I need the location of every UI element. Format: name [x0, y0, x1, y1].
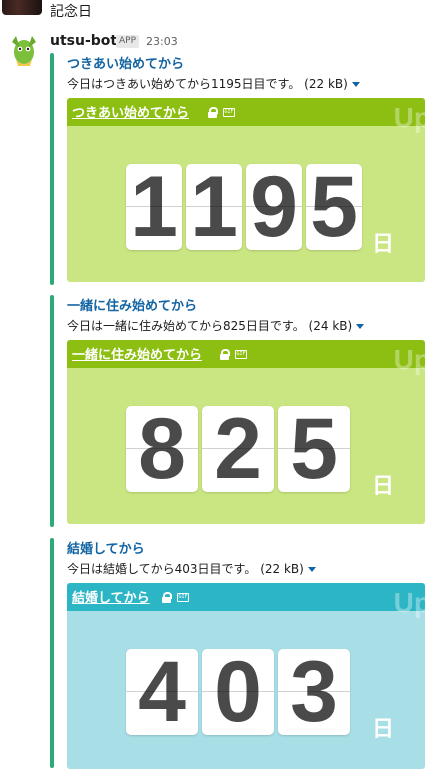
attachment-text: 今日はつきあい始めてから1195日目です。 (22 kB): [67, 75, 360, 92]
counter-digit: 2: [202, 406, 274, 492]
watermark-text: Up: [393, 587, 425, 618]
lock-icon: [208, 106, 218, 118]
file-size: (24 kB): [308, 319, 353, 333]
counter-digit: 1: [126, 164, 182, 250]
attachment-message: 今日は一緒に住み始めてから825日目です。: [67, 319, 305, 333]
day-counter: 8 2 5: [126, 406, 350, 492]
chevron-down-icon[interactable]: [356, 324, 365, 329]
lock-icon: [162, 591, 172, 603]
app-badge: APP: [116, 35, 140, 48]
image-card-icons: GIF: [220, 347, 247, 361]
day-unit-label: 日: [372, 474, 395, 499]
counter-digit: 9: [246, 164, 302, 250]
lock-icon: [220, 348, 230, 360]
attachment-post-2: 一緒に住み始めてから 今日は一緒に住み始めてから825日目です。 (24 kB)…: [0, 295, 447, 527]
gif-icon: GIF: [223, 107, 235, 117]
chevron-down-icon[interactable]: [307, 567, 316, 572]
user-avatar[interactable]: [2, 0, 42, 15]
attachment-accent-bar: [50, 53, 54, 285]
image-card[interactable]: つきあい始めてから GIF Up 1 1 9 5 日: [67, 98, 425, 282]
chevron-down-icon[interactable]: [351, 82, 360, 87]
watermark-text: Up: [393, 344, 425, 375]
counter-digit: 8: [126, 406, 198, 492]
counter-digit: 0: [202, 649, 274, 735]
day-counter: 1 1 9 5: [126, 164, 362, 250]
watermark-text: Up: [393, 102, 425, 133]
attachment-message: 今日は結婚してから403日目です。: [67, 562, 257, 576]
file-size: (22 kB): [260, 562, 304, 576]
channel-title: 記念日: [50, 4, 92, 20]
gif-icon: GIF: [177, 592, 189, 602]
file-size: (22 kB): [304, 77, 348, 91]
image-card-icons: GIF: [208, 105, 235, 119]
image-card[interactable]: 一緒に住み始めてから GIF Up 8 2 5 日: [67, 340, 425, 524]
attachment-accent-bar: [50, 538, 54, 768]
attachment-text: 今日は結婚してから403日目です。 (22 kB): [67, 560, 316, 577]
counter-digit: 4: [126, 649, 198, 735]
image-card[interactable]: 結婚してから GIF Up 4 0 3 日: [67, 583, 425, 769]
attachment-message: 今日はつきあい始めてから1195日目です。: [67, 77, 301, 91]
bot-name[interactable]: utsu-bot: [50, 33, 117, 49]
image-card-title[interactable]: 結婚してから: [72, 587, 150, 606]
previous-message-row: 記念日: [0, 0, 447, 24]
day-unit-label: 日: [372, 717, 395, 742]
attachment-text: 今日は一緒に住み始めてから825日目です。 (24 kB): [67, 317, 365, 334]
image-card-header: 一緒に住み始めてから GIF Up: [67, 340, 425, 375]
image-card-title[interactable]: つきあい始めてから: [72, 102, 189, 121]
image-card-header: つきあい始めてから GIF Up: [67, 98, 425, 133]
counter-digit: 3: [278, 649, 350, 735]
attachment-title[interactable]: 一緒に住み始めてから: [67, 295, 197, 314]
counter-digit: 1: [186, 164, 242, 250]
day-counter: 4 0 3: [126, 649, 350, 735]
attachment-accent-bar: [50, 295, 54, 527]
gif-icon: GIF: [235, 349, 247, 359]
attachment-post-3: 結婚してから 今日は結婚してから403日目です。 (22 kB) 結婚してから …: [0, 538, 447, 770]
counter-digit: 5: [306, 164, 362, 250]
image-card-title[interactable]: 一緒に住み始めてから: [72, 344, 202, 363]
image-card-icons: GIF: [162, 590, 189, 604]
attachment-title[interactable]: つきあい始めてから: [67, 53, 184, 72]
counter-digit: 5: [278, 406, 350, 492]
attachment-title[interactable]: 結婚してから: [67, 538, 145, 557]
message-timestamp[interactable]: 23:03: [146, 35, 178, 48]
message-header: utsu-bot APP 23:03: [0, 30, 447, 66]
attachment-post-1: つきあい始めてから 今日はつきあい始めてから1195日目です。 (22 kB) …: [0, 53, 447, 285]
image-card-header: 結婚してから GIF Up: [67, 583, 425, 618]
day-unit-label: 日: [372, 232, 395, 257]
